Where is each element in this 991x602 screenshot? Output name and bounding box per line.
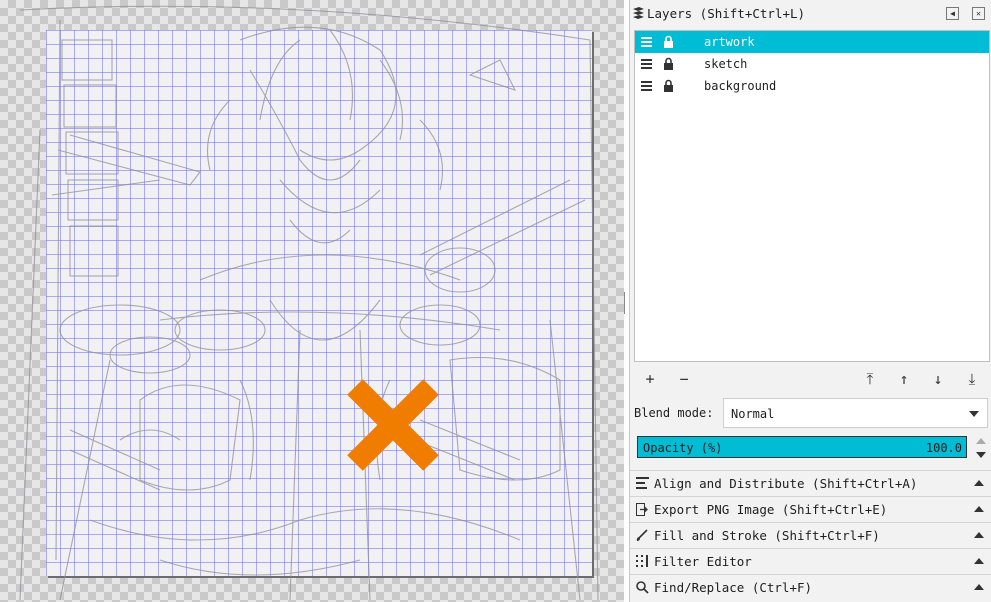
lock-icon[interactable]	[663, 35, 674, 51]
chevron-up-icon[interactable]	[974, 558, 984, 564]
add-layer-button[interactable]: +	[642, 370, 658, 388]
filter-icon	[636, 555, 648, 570]
dock-item[interactable]: Align and Distribute (Shift+Ctrl+A)	[630, 470, 991, 496]
layer-list[interactable]: artwork sketch background	[634, 30, 990, 362]
opacity-increase-icon[interactable]	[976, 438, 986, 444]
export-icon	[636, 503, 648, 519]
blend-mode-label: Blend mode:	[634, 406, 714, 420]
drag-handle-icon[interactable]	[641, 58, 652, 73]
dock-panel: Layers (Shift+Ctrl+L) ◀ ✕ artwork sketch b…	[629, 0, 991, 602]
layers-icon	[632, 6, 645, 23]
dock-item-label: Find/Replace (Ctrl+F)	[654, 580, 813, 595]
chevron-up-icon[interactable]	[974, 532, 984, 538]
opacity-label: Opacity (%)	[643, 441, 723, 455]
raise-to-top-button[interactable]: ⤒	[862, 370, 878, 388]
lower-to-bottom-button[interactable]: ⤓	[964, 370, 980, 388]
chevron-up-icon[interactable]	[974, 506, 984, 512]
lock-icon[interactable]	[663, 79, 674, 95]
dock-item-label: Fill and Stroke (Shift+Ctrl+F)	[654, 528, 880, 543]
dock-item[interactable]: Find/Replace (Ctrl+F)	[630, 574, 991, 600]
sketch-drawing	[19, 5, 599, 601]
lower-layer-button[interactable]: ↓	[930, 370, 946, 388]
layer-name: background	[704, 79, 777, 93]
align-icon	[636, 477, 649, 492]
layers-header: Layers (Shift+Ctrl+L) ◀ ✕	[630, 0, 991, 28]
opacity-decrease-icon[interactable]	[976, 452, 986, 458]
layer-toolbar: + − ⤒ ↑ ↓ ⤓	[630, 368, 991, 392]
layer-row[interactable]: artwork	[635, 31, 989, 53]
opacity-value: 100.0	[925, 441, 962, 455]
blend-mode-select[interactable]: Normal	[723, 398, 988, 428]
dock-item[interactable]: Export PNG Image (Shift+Ctrl+E)	[630, 496, 991, 522]
remove-layer-button[interactable]: −	[676, 370, 692, 388]
opacity-slider[interactable]: Opacity (%) 100.0	[637, 436, 967, 458]
dock-item-label: Export PNG Image (Shift+Ctrl+E)	[654, 502, 888, 517]
dock-item[interactable]: Filter Editor	[630, 548, 991, 574]
dock-item-label: Align and Distribute (Shift+Ctrl+A)	[654, 476, 918, 491]
chevron-up-icon[interactable]	[974, 480, 984, 486]
raise-layer-button[interactable]: ↑	[896, 370, 912, 388]
canvas-area[interactable]	[0, 0, 624, 602]
dock-item[interactable]: Fill and Stroke (Shift+Ctrl+F)	[630, 522, 991, 548]
layer-name: artwork	[704, 35, 755, 49]
layer-row[interactable]: sketch	[635, 53, 989, 75]
search-icon	[636, 581, 649, 597]
chevron-up-icon[interactable]	[974, 584, 984, 590]
drag-handle-icon[interactable]	[641, 36, 652, 51]
layer-row[interactable]: background	[635, 75, 989, 97]
dock-item-label: Filter Editor	[654, 554, 752, 569]
lock-icon[interactable]	[663, 57, 674, 73]
panel-collapse-button[interactable]: ◀	[946, 7, 959, 20]
layers-title: Layers (Shift+Ctrl+L)	[647, 6, 806, 21]
close-marker-icon	[347, 379, 439, 471]
chevron-down-icon	[969, 411, 979, 417]
layer-name: sketch	[704, 57, 748, 71]
panel-close-button[interactable]: ✕	[972, 7, 985, 20]
brush-icon	[636, 529, 648, 544]
blend-mode-value: Normal	[731, 407, 775, 421]
drag-handle-icon[interactable]	[641, 80, 652, 95]
